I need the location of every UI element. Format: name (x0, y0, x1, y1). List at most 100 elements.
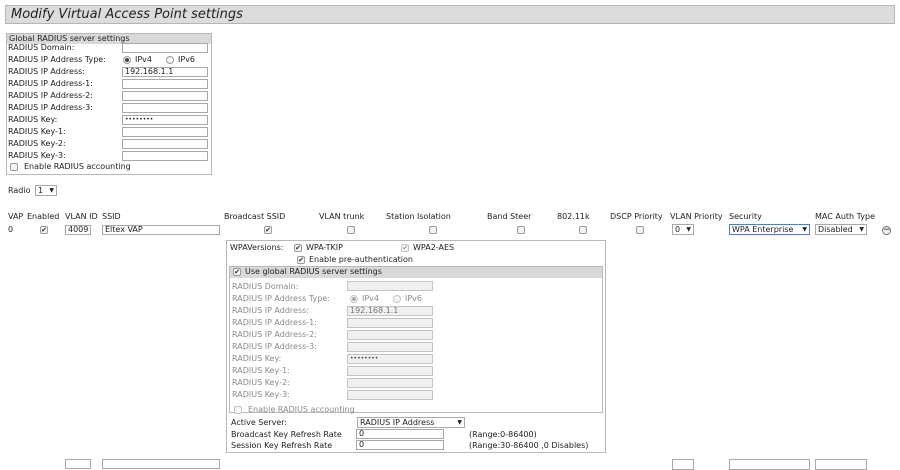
vap-ipv4-label: IPv4 (362, 294, 380, 303)
session-key-input[interactable]: 0 (356, 440, 444, 450)
ipv4-label: IPv4 (135, 55, 153, 64)
vap-radius-accounting-checkbox[interactable] (234, 406, 242, 414)
preauth-label: Enable pre-authentication (309, 255, 413, 264)
dscp-priority-checkbox[interactable] (636, 226, 644, 234)
vap-radius-ip1-input[interactable] (347, 318, 433, 328)
vap-radius-key-label: RADIUS Key: (232, 354, 282, 363)
radius-ip-label: RADIUS IP Address: (8, 67, 85, 76)
radius-key2-input[interactable] (122, 139, 208, 149)
chevron-down-icon: ▼ (49, 187, 54, 194)
radius-key-input[interactable]: •••••••• (122, 115, 208, 125)
col-dscp-priority: DSCP Priority (610, 212, 663, 221)
use-global-radius-checkbox[interactable] (233, 268, 241, 276)
station-isolation-checkbox[interactable] (429, 226, 437, 234)
next-row-mac-auth-select[interactable] (815, 459, 867, 470)
col-station-isolation: Station Isolation (386, 212, 451, 221)
vlan-trunk-checkbox[interactable] (347, 226, 355, 234)
col-enabled: Enabled (27, 212, 60, 221)
radius-ip2-label: RADIUS IP Address-2: (8, 91, 93, 100)
vap-radius-ip3-label: RADIUS IP Address-3: (232, 342, 317, 351)
next-row-security-select[interactable] (729, 459, 810, 470)
session-key-range: (Range:30-86400 ,0 Disables) (469, 441, 589, 450)
wpa2-aes-label: WPA2-AES (413, 243, 455, 252)
vap-number: 0 (8, 225, 14, 234)
ipv6-radio[interactable] (166, 56, 174, 64)
chevron-down-icon: ▼ (457, 419, 462, 426)
chevron-down-icon: ▼ (859, 226, 864, 233)
ipv4-radio[interactable] (123, 56, 131, 64)
col-vlan-priority: VLAN Priority (670, 212, 723, 221)
vap-radius-ip2-label: RADIUS IP Address-2: (232, 330, 317, 339)
vlan-priority-select[interactable]: 0 ▼ (672, 224, 694, 235)
col-80211k: 802.11k (557, 212, 590, 221)
radius-key3-label: RADIUS Key-3: (8, 151, 66, 160)
next-row-vlan-priority-select[interactable] (672, 459, 694, 470)
enabled-checkbox[interactable] (40, 226, 48, 234)
vap-ipv4-radio[interactable] (350, 295, 358, 303)
col-security: Security (729, 212, 762, 221)
wpa-tkip-checkbox[interactable] (294, 244, 302, 252)
broadcast-key-label: Broadcast Key Refresh Rate (231, 430, 342, 439)
col-vlan-id: VLAN ID (65, 212, 98, 221)
vap-radius-ip1-label: RADIUS IP Address-1: (232, 318, 317, 327)
radius-key-label: RADIUS Key: (8, 115, 58, 124)
ipv6-label: IPv6 (178, 55, 196, 64)
col-ssid: SSID (102, 212, 121, 221)
vap-radius-domain-label: RADIUS Domain: (232, 282, 299, 291)
vap-radius-key-input[interactable]: •••••••• (347, 354, 433, 364)
collapse-icon[interactable]: − (882, 226, 891, 235)
mac-auth-select[interactable]: Disabled ▼ (815, 224, 867, 235)
security-select[interactable]: WPA Enterprise ▼ (729, 224, 810, 235)
wpa-versions-label: WPAVersions: (230, 243, 284, 252)
radius-ip3-label: RADIUS IP Address-3: (8, 103, 93, 112)
preauth-checkbox[interactable] (297, 256, 305, 264)
vap-radius-key2-input[interactable] (347, 378, 433, 388)
vap-ipv6-label: IPv6 (405, 294, 423, 303)
col-vap: VAP (8, 212, 24, 221)
vap-radius-ip-input[interactable]: 192.168.1.1 (347, 306, 433, 316)
radius-key1-label: RADIUS Key-1: (8, 127, 66, 136)
radius-ip1-input[interactable] (122, 79, 208, 89)
radio-select[interactable]: 1 ▼ (35, 185, 57, 196)
col-mac-auth-type: MAC Auth Type (815, 212, 876, 221)
wpa2-aes-checkbox[interactable] (401, 244, 409, 252)
80211k-checkbox[interactable] (579, 226, 587, 234)
active-server-label: Active Server: (231, 418, 288, 427)
next-row-vlan-id-input[interactable] (65, 459, 91, 469)
col-band-steer: Band Steer (487, 212, 532, 221)
vap-radius-ip-type-label: RADIUS IP Address Type: (232, 294, 330, 303)
vap-radius-domain-input[interactable] (347, 281, 433, 291)
vap-radius-key1-input[interactable] (347, 366, 433, 376)
page-title: Modify Virtual Access Point settings (5, 5, 895, 24)
vap-radius-key1-label: RADIUS Key-1: (232, 366, 290, 375)
chevron-down-icon: ▼ (686, 226, 691, 233)
wpa-tkip-label: WPA-TKIP (306, 243, 343, 252)
vap-radius-ip3-input[interactable] (347, 342, 433, 352)
broadcast-ssid-checkbox[interactable] (264, 226, 272, 234)
vap-ipv6-radio[interactable] (393, 295, 401, 303)
broadcast-key-input[interactable]: 0 (356, 429, 444, 439)
vap-radius-key3-input[interactable] (347, 390, 433, 400)
radius-domain-input[interactable] (122, 43, 208, 53)
col-broadcast-ssid: Broadcast SSID (224, 212, 286, 221)
radius-key3-input[interactable] (122, 151, 208, 161)
ssid-input[interactable]: Eltex VAP (102, 225, 220, 235)
next-row-ssid-input[interactable] (102, 459, 220, 469)
radius-accounting-label: Enable RADIUS accounting (24, 162, 131, 171)
vap-radius-ip2-input[interactable] (347, 330, 433, 340)
active-server-select[interactable]: RADIUS IP Address ▼ (357, 417, 465, 428)
use-global-radius-label: Use global RADIUS server settings (245, 267, 382, 276)
radius-accounting-checkbox[interactable] (10, 163, 18, 171)
radius-ip2-input[interactable] (122, 91, 208, 101)
vap-radius-accounting-label: Enable RADIUS accounting (248, 405, 355, 414)
chevron-down-icon: ▼ (802, 226, 807, 233)
radius-ip-input[interactable]: 192.168.1.1 (122, 67, 208, 77)
broadcast-key-range: (Range:0-86400) (469, 430, 537, 439)
band-steer-checkbox[interactable] (517, 226, 525, 234)
radius-ip3-input[interactable] (122, 103, 208, 113)
radius-key1-input[interactable] (122, 127, 208, 137)
session-key-label: Session Key Refresh Rate (231, 441, 333, 450)
vap-radius-ip-label: RADIUS IP Address: (232, 306, 309, 315)
vlan-id-input[interactable]: 4009 (65, 225, 91, 235)
radius-domain-label: RADIUS Domain: (8, 43, 75, 52)
